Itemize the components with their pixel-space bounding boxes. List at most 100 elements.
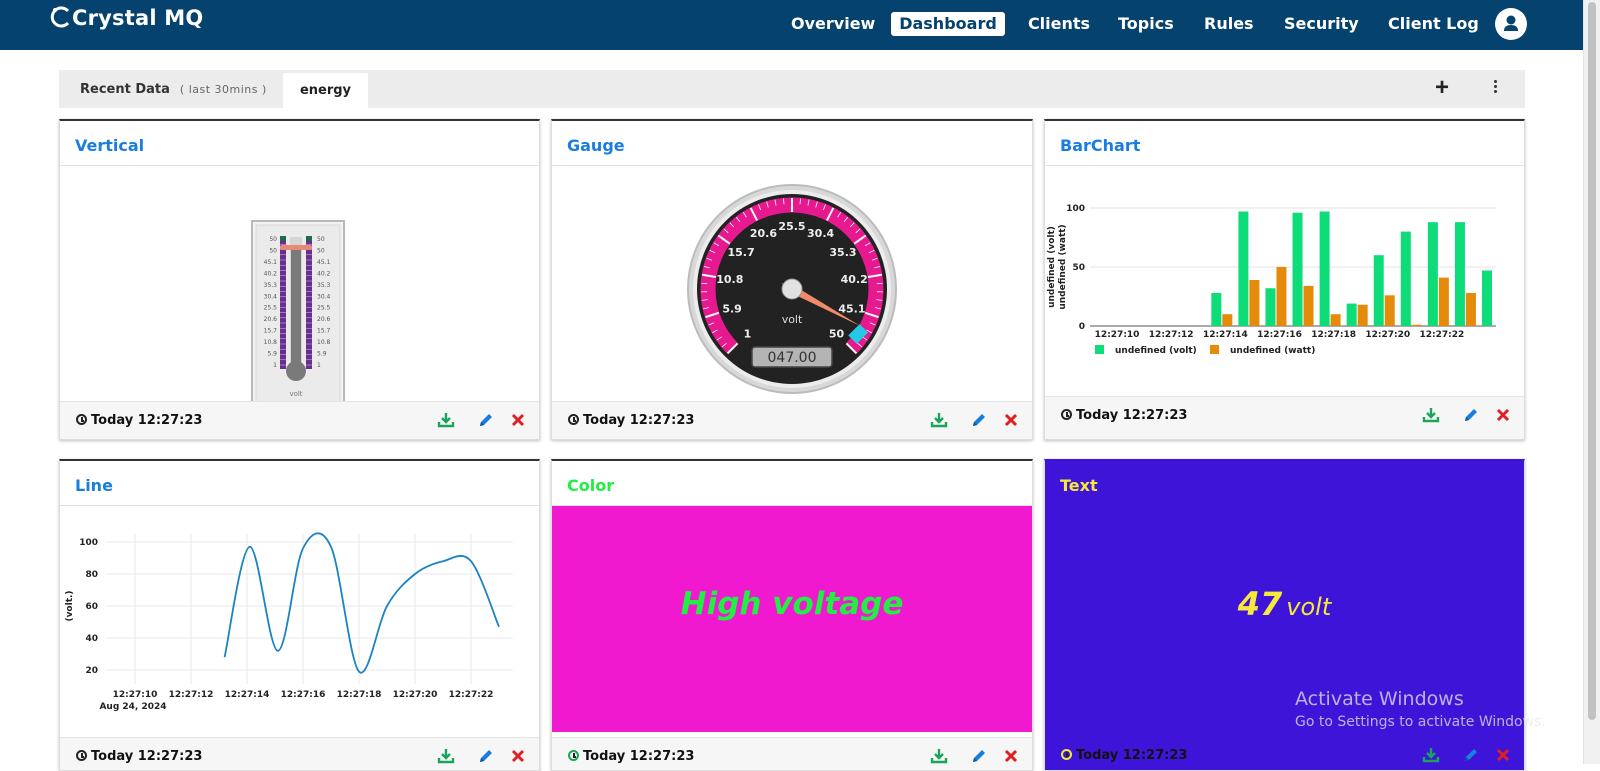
- bar-volt: [1238, 212, 1248, 326]
- gauge-scale-label: 10.8: [716, 273, 743, 286]
- nav-topics[interactable]: Topics: [1118, 12, 1172, 36]
- scale-label-left: 15.7: [264, 328, 278, 335]
- bar-x-tick: 12:27:18: [1311, 330, 1356, 340]
- gauge-scale-label: 15.7: [727, 246, 754, 259]
- scrollbar-thumb[interactable]: [1588, 2, 1596, 720]
- nav-security[interactable]: Security: [1284, 12, 1354, 36]
- bar-watt: [1466, 293, 1476, 326]
- widget-footer: Today 12:27:23: [552, 737, 1032, 771]
- widget-gauge: Gauge 15.910.815.720.625.530.435.340.245…: [551, 119, 1033, 440]
- edit-icon[interactable]: [1462, 406, 1480, 424]
- gauge-scale-label: 30.4: [807, 227, 834, 240]
- scale-label-right: 5.9: [317, 351, 327, 358]
- watermark-line1: Activate Windows: [1295, 688, 1546, 710]
- tab-energy[interactable]: energy: [283, 73, 368, 108]
- edit-icon[interactable]: [477, 747, 495, 765]
- widget-footer: Today 12:27:23: [60, 401, 539, 439]
- bar-watt: [1331, 314, 1341, 326]
- widget-vertical: Vertical 5050505045.145.140.240.235.335.…: [59, 119, 540, 440]
- clock-icon: [1061, 409, 1072, 420]
- brand-logo[interactable]: Crystal MQ: [50, 6, 203, 30]
- scale-label-left: 40.2: [264, 270, 278, 277]
- nav-client-log[interactable]: Client Log: [1388, 12, 1474, 36]
- gauge-scale-label: 50: [829, 328, 845, 341]
- widget-timestamp: Today 12:27:23: [91, 749, 202, 764]
- bar-x-tick: 12:27:12: [1149, 330, 1194, 340]
- widget-timestamp: Today 12:27:23: [91, 413, 202, 428]
- scale-label-right: 40.2: [317, 270, 331, 277]
- page-scrollbar[interactable]: [1583, 0, 1600, 764]
- delete-icon[interactable]: [509, 747, 527, 765]
- user-avatar[interactable]: [1495, 8, 1527, 40]
- line-y-label: (volt.): [65, 590, 75, 621]
- widget-timestamp: Today 12:27:23: [1076, 408, 1187, 423]
- scale-label-left: 30.4: [264, 293, 278, 300]
- edit-icon[interactable]: [1462, 746, 1480, 764]
- bar-x-tick: 12:27:14: [1203, 330, 1248, 340]
- nav-overview[interactable]: Overview: [791, 12, 871, 36]
- line-x-tick: 12:27:12: [169, 690, 214, 700]
- logo-mark-icon: [50, 6, 72, 28]
- scale-label-right: 30.4: [317, 293, 331, 300]
- widget-timestamp: Today 12:27:23: [583, 749, 694, 764]
- widget-footer: Today 12:27:23: [1045, 737, 1524, 771]
- scale-label-right: 35.3: [317, 282, 331, 289]
- download-icon[interactable]: [1422, 406, 1440, 424]
- download-icon[interactable]: [437, 411, 455, 429]
- bar-x-tick: 12:27:10: [1095, 330, 1140, 340]
- line-y-tick: 100: [79, 538, 98, 548]
- gauge-scale-label: 40.2: [841, 273, 868, 286]
- download-icon[interactable]: [437, 747, 455, 765]
- nav-rules[interactable]: Rules: [1204, 12, 1252, 36]
- bar-watt: [1249, 280, 1259, 326]
- bar-y-tick: 100: [1066, 204, 1085, 214]
- clock-icon: [76, 750, 87, 761]
- gauge-readout: 047.00: [768, 350, 817, 366]
- scale-label-left: 25.5: [264, 305, 278, 312]
- widget-line: Line 2040608010012:27:1012:27:1212:27:14…: [59, 459, 540, 771]
- edit-icon[interactable]: [477, 411, 495, 429]
- more-options-icon[interactable]: [1492, 80, 1498, 96]
- widget-title: BarChart: [1060, 136, 1140, 155]
- delete-icon[interactable]: [1002, 747, 1020, 765]
- scale-cap-left: [280, 236, 286, 241]
- gauge-hub: [782, 279, 802, 299]
- bar-x-tick: 12:27:16: [1257, 330, 1302, 340]
- delete-icon[interactable]: [509, 411, 527, 429]
- bar-x-tick: 12:27:20: [1365, 330, 1410, 340]
- delete-icon[interactable]: [1002, 411, 1020, 429]
- thermometer-unit: volt: [289, 390, 302, 398]
- delete-icon[interactable]: [1494, 746, 1512, 764]
- edit-icon[interactable]: [970, 747, 988, 765]
- widget-title: Text: [1060, 476, 1098, 495]
- edit-icon[interactable]: [970, 411, 988, 429]
- line-x-tick: 12:27:14: [225, 690, 270, 700]
- line-x-tick: 12:27:16: [281, 690, 326, 700]
- tab-recent-data[interactable]: Recent Data( last 30mins ): [80, 82, 267, 97]
- scale-label-left: 5.9: [267, 351, 277, 358]
- legend-label-volt: undefined (volt): [1115, 346, 1197, 356]
- scale-label-left: 45.1: [264, 259, 278, 266]
- bar-watt: [1385, 295, 1395, 326]
- add-widget-button[interactable]: +: [1435, 76, 1449, 100]
- gauge-scale-label: 1: [744, 328, 752, 341]
- gauge-minor-tick: [783, 198, 784, 204]
- clock-icon: [1061, 749, 1072, 760]
- legend-label-watt: undefined (watt): [1230, 346, 1315, 356]
- bar-y-tick: 0: [1079, 322, 1085, 332]
- download-icon[interactable]: [930, 411, 948, 429]
- nav-dashboard[interactable]: Dashboard: [891, 12, 1005, 36]
- bar-watt: [1412, 325, 1422, 326]
- user-icon: [1495, 8, 1527, 40]
- bar-volt: [1455, 222, 1465, 326]
- widget-footer: Today 12:27:23: [1045, 396, 1524, 439]
- widget-timestamp: Today 12:27:23: [583, 413, 694, 428]
- value-marker: [280, 245, 312, 250]
- nav-clients[interactable]: Clients: [1027, 12, 1091, 36]
- scale-label-left: 50: [269, 247, 277, 254]
- delete-icon[interactable]: [1494, 406, 1512, 424]
- thermometer-mercury: [291, 247, 301, 377]
- download-icon[interactable]: [930, 747, 948, 765]
- download-icon[interactable]: [1422, 746, 1440, 764]
- scale-label-left: 1: [273, 362, 277, 369]
